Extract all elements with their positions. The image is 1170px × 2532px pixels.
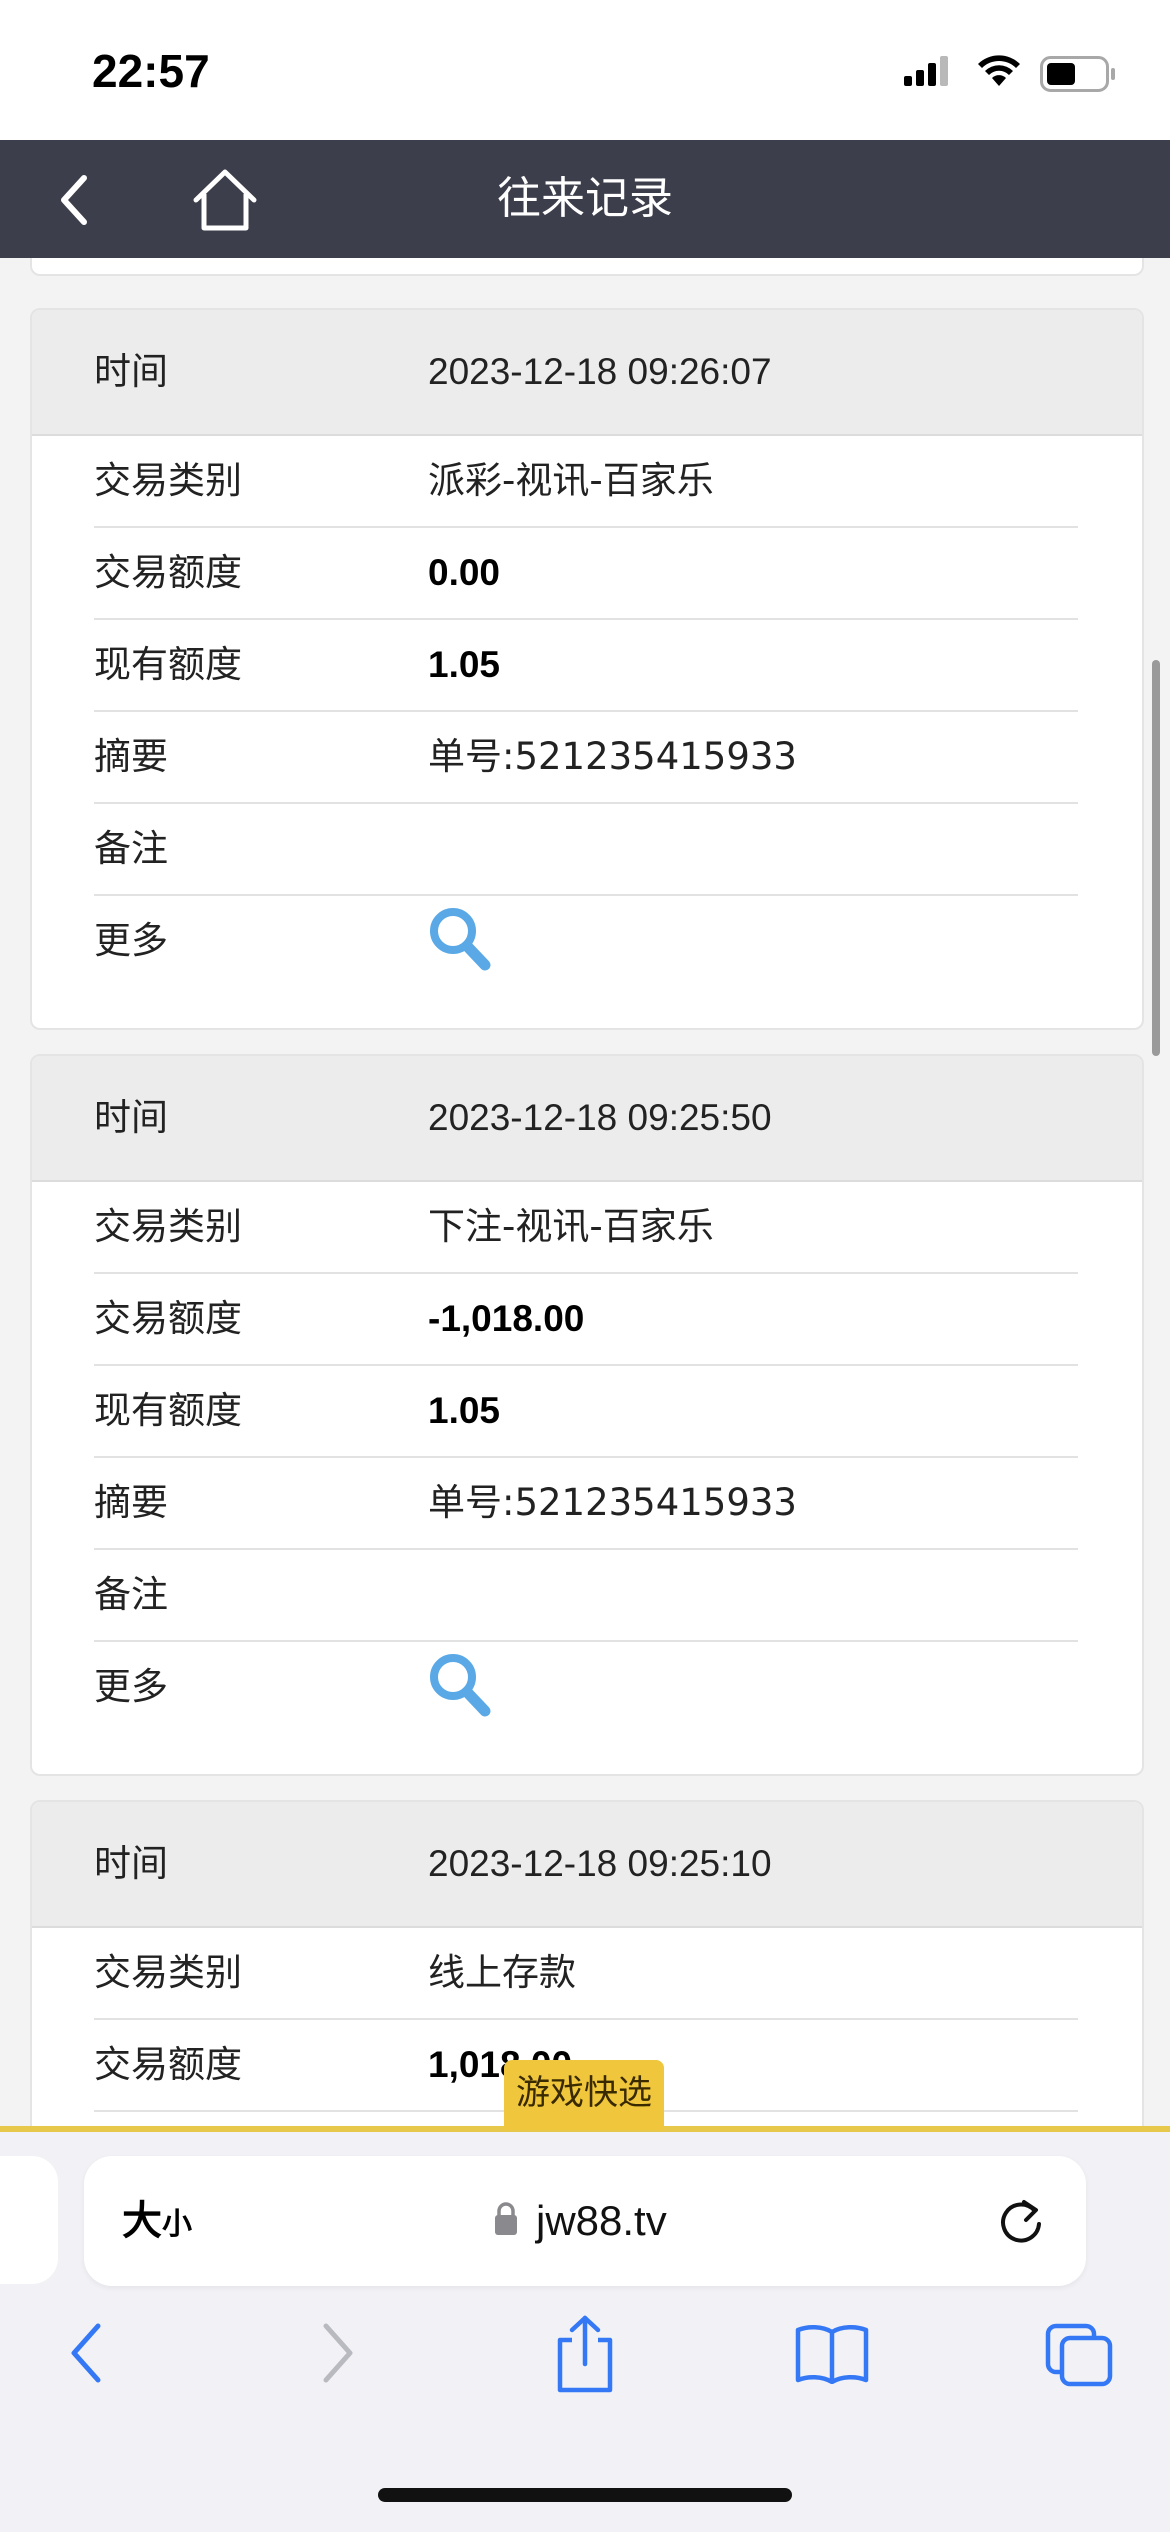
record-card: 时间 2023-12-18 09:25:50 交易类别 下注-视讯-百家乐 交易…	[30, 1054, 1144, 1776]
battery-icon	[1040, 56, 1115, 92]
text-size-big: 大	[122, 2198, 162, 2244]
home-indicator[interactable]	[378, 2488, 792, 2502]
time-value: 2023-12-18 09:25:10	[428, 1843, 772, 1884]
record-type-row: 交易类别 线上存款	[94, 1928, 1078, 2020]
status-time: 22:57	[92, 45, 210, 97]
type-value: 线上存款	[428, 1951, 576, 1994]
page-title: 往来记录	[497, 173, 673, 224]
summary-value: 单号:521235415933	[428, 735, 797, 778]
record-type-row: 交易类别 下注-视讯-百家乐	[94, 1182, 1078, 1274]
lock-icon	[495, 2202, 517, 2235]
record-card: 时间 2023-12-18 09:26:07 交易类别 派彩-视讯-百家乐 交易…	[30, 308, 1144, 1030]
record-time-row: 时间 2023-12-18 09:25:50	[32, 1056, 1142, 1182]
record-summary-row: 摘要 单号:521235415933	[94, 712, 1078, 804]
record-note-row: 备注	[94, 804, 1078, 896]
record-note-row: 备注	[94, 1550, 1078, 1642]
amount-label: 交易额度	[94, 1297, 242, 1340]
record-amount-row: 交易额度 0.00	[94, 528, 1078, 620]
time-value: 2023-12-18 09:25:50	[428, 1097, 772, 1138]
note-label: 备注	[94, 1573, 168, 1616]
game-quick-select-button[interactable]: 游戏快选	[504, 2060, 664, 2130]
page-header: 往来记录	[0, 140, 1170, 258]
browser-forward-icon[interactable]	[318, 2322, 358, 2384]
wifi-icon	[978, 55, 1020, 86]
balance-label: 现有额度	[94, 643, 242, 686]
browser-back-icon[interactable]	[66, 2322, 106, 2384]
url-text: jw88.tv	[536, 2197, 667, 2244]
address-bar[interactable]: 大小 jw88.tv	[84, 2156, 1086, 2286]
record-time-row: 时间 2023-12-18 09:26:07	[32, 310, 1142, 436]
time-label: 时间	[94, 1842, 168, 1885]
search-icon[interactable]	[428, 1652, 492, 1718]
bookmarks-icon[interactable]	[794, 2322, 870, 2384]
share-icon[interactable]	[550, 2314, 620, 2394]
time-label: 时间	[94, 350, 168, 393]
status-bar: 22:57	[0, 0, 1170, 140]
text-size-button[interactable]: 大小	[122, 2156, 192, 2290]
record-time-row: 时间 2023-12-18 09:25:10	[32, 1802, 1142, 1928]
more-label: 更多	[94, 1665, 168, 1708]
reload-icon[interactable]	[996, 2196, 1046, 2248]
record-more-row: 更多	[94, 1642, 1078, 1742]
record-balance-row: 现有额度 1.05	[94, 620, 1078, 712]
balance-value: 1.05	[428, 644, 501, 685]
text-size-small: 小	[162, 2207, 192, 2242]
previous-tab-pill[interactable]	[0, 2156, 58, 2284]
record-balance-row: 现有额度 1.05	[94, 1366, 1078, 1458]
note-label: 备注	[94, 827, 168, 870]
browser-toolbar: 大小 jw88.tv	[0, 2132, 1170, 2532]
amount-label: 交易额度	[94, 2043, 242, 2086]
time-value: 2023-12-18 09:26:07	[428, 351, 772, 392]
type-value: 下注-视讯-百家乐	[428, 1205, 714, 1248]
type-label: 交易类别	[94, 1951, 242, 1994]
amount-value: 0.00	[428, 552, 501, 593]
time-label: 时间	[94, 1096, 168, 1139]
search-icon[interactable]	[428, 906, 492, 972]
type-label: 交易类别	[94, 1205, 242, 1248]
type-label: 交易类别	[94, 459, 242, 502]
balance-value: 1.05	[428, 1390, 501, 1431]
record-type-row: 交易类别 派彩-视讯-百家乐	[94, 436, 1078, 528]
record-more-row: 更多	[94, 896, 1078, 996]
more-label: 更多	[94, 919, 168, 962]
summary-value: 单号:521235415933	[428, 1481, 797, 1524]
balance-label: 现有额度	[94, 1389, 242, 1432]
scroll-indicator[interactable]	[1152, 660, 1160, 1056]
amount-value: -1,018.00	[428, 1298, 585, 1339]
records-list[interactable]: 时间 2023-12-18 09:26:07 交易类别 派彩-视讯-百家乐 交易…	[0, 258, 1170, 2130]
tabs-icon[interactable]	[1044, 2322, 1114, 2388]
cellular-signal-icon	[904, 56, 948, 86]
record-summary-row: 摘要 单号:521235415933	[94, 1458, 1078, 1550]
record-amount-row: 交易额度 -1,018.00	[94, 1274, 1078, 1366]
type-value: 派彩-视讯-百家乐	[428, 459, 714, 502]
summary-label: 摘要	[94, 1481, 168, 1524]
amount-label: 交易额度	[94, 551, 242, 594]
record-card-previous	[30, 258, 1144, 276]
summary-label: 摘要	[94, 735, 168, 778]
